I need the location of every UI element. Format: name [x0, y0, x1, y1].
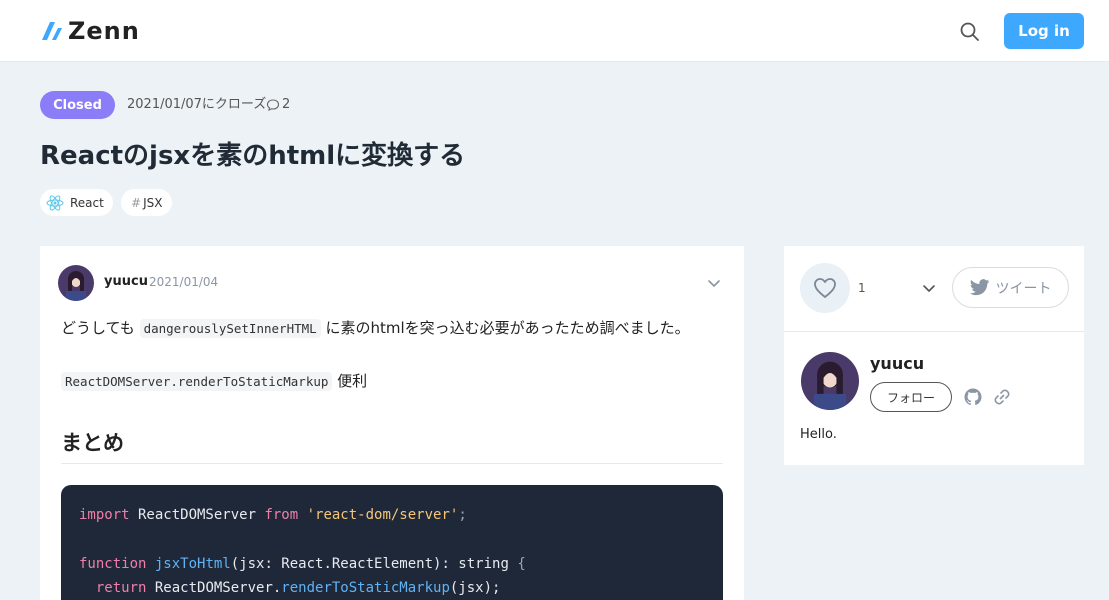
comment-count-value: 2 [282, 97, 291, 112]
inline-code: ReactDOMServer.renderToStaticMarkup [61, 372, 333, 391]
sidebar-card: 1 ツイート yuucu フォロー Hello. [784, 246, 1084, 465]
avatar[interactable] [58, 265, 94, 301]
post-paragraph: どうしても dangerouslySetInnerHTML に素のhtmlを突っ… [61, 317, 690, 340]
code-text: (jsx: React.ReactElement) [230, 556, 442, 572]
code-text: ReactDOMServer. [146, 580, 282, 596]
code-text: (jsx); [449, 580, 501, 596]
code-keyword: return [79, 580, 147, 596]
code-block: import ReactDOMServer from 'react-dom/se… [61, 485, 723, 600]
zenn-logo[interactable]: Zenn [40, 18, 140, 44]
website-link[interactable] [992, 387, 1012, 407]
login-button[interactable]: Log in [1004, 13, 1084, 49]
topic-label: JSX [143, 195, 163, 210]
post-author-name[interactable]: yuucu [104, 274, 148, 289]
chevron-down-icon [923, 285, 935, 292]
tweet-button[interactable]: ツイート [952, 267, 1069, 308]
code-string: 'react-dom/server' [298, 507, 459, 523]
follow-button[interactable]: フォロー [870, 382, 952, 412]
page-title: Reactのjsxを素のhtmlに変換する [40, 141, 466, 171]
scrap-post-card: yuucu 2021/01/04 どうしても dangerouslySetInn… [40, 246, 744, 600]
code-function: renderToStaticMarkup [281, 580, 450, 596]
like-count: 1 [858, 281, 866, 295]
topic-react[interactable]: React [40, 189, 113, 216]
code-keyword: function [79, 556, 147, 572]
status-badge: Closed [40, 91, 115, 119]
code-punct: ; [458, 507, 467, 523]
section-heading: まとめ [61, 431, 124, 455]
code-text: ReactDOMServer [129, 507, 265, 523]
code-keyword: import [79, 507, 130, 523]
github-link[interactable] [963, 387, 983, 407]
post-menu-button[interactable] [706, 275, 722, 291]
author-avatar[interactable] [801, 352, 859, 410]
react-icon [46, 194, 64, 212]
github-icon [964, 388, 982, 406]
topic-jsx[interactable]: # JSX [121, 189, 172, 216]
code-keyword: from [264, 507, 299, 523]
text: 便利 [332, 372, 368, 390]
author-bio: Hello. [800, 427, 837, 442]
link-icon [994, 389, 1010, 405]
sidebar-menu-button[interactable] [921, 280, 937, 296]
twitter-icon [969, 279, 989, 296]
zenn-logo-icon [40, 20, 64, 42]
hash-icon: # [131, 195, 142, 210]
code-function: jsxToHtml [146, 556, 231, 572]
text: に素のhtmlを突っ込む必要があったため調べました。 [320, 319, 690, 337]
search-icon [960, 22, 979, 41]
code-line: return ReactDOMServer.renderToStaticMark… [79, 578, 501, 598]
heart-icon [814, 278, 836, 298]
divider [784, 331, 1084, 332]
code-line: function jsxToHtml(jsx: React.ReactEleme… [79, 554, 526, 574]
topic-label: React [70, 195, 104, 210]
text: どうしても [61, 319, 140, 337]
post-paragraph: ReactDOMServer.renderToStaticMarkup 便利 [61, 370, 367, 393]
comment-icon [266, 99, 280, 111]
chevron-down-icon [708, 280, 720, 287]
tweet-label: ツイート [995, 280, 1052, 297]
divider [61, 463, 723, 464]
code-line: import ReactDOMServer from 'react-dom/se… [79, 505, 467, 525]
post-date: 2021/01/04 [149, 275, 219, 289]
logo-text: Zenn [68, 17, 140, 45]
like-button[interactable] [800, 263, 850, 313]
search-button[interactable] [958, 20, 982, 44]
closed-date: 2021/01/07にクローズ [127, 97, 267, 112]
author-name[interactable]: yuucu [870, 354, 924, 373]
inline-code: dangerouslySetInnerHTML [139, 319, 321, 338]
code-punct: { [517, 556, 526, 572]
comment-count: 2 [266, 96, 290, 114]
code-text: : string [441, 556, 518, 572]
site-header: Zenn Log in [0, 0, 1109, 62]
